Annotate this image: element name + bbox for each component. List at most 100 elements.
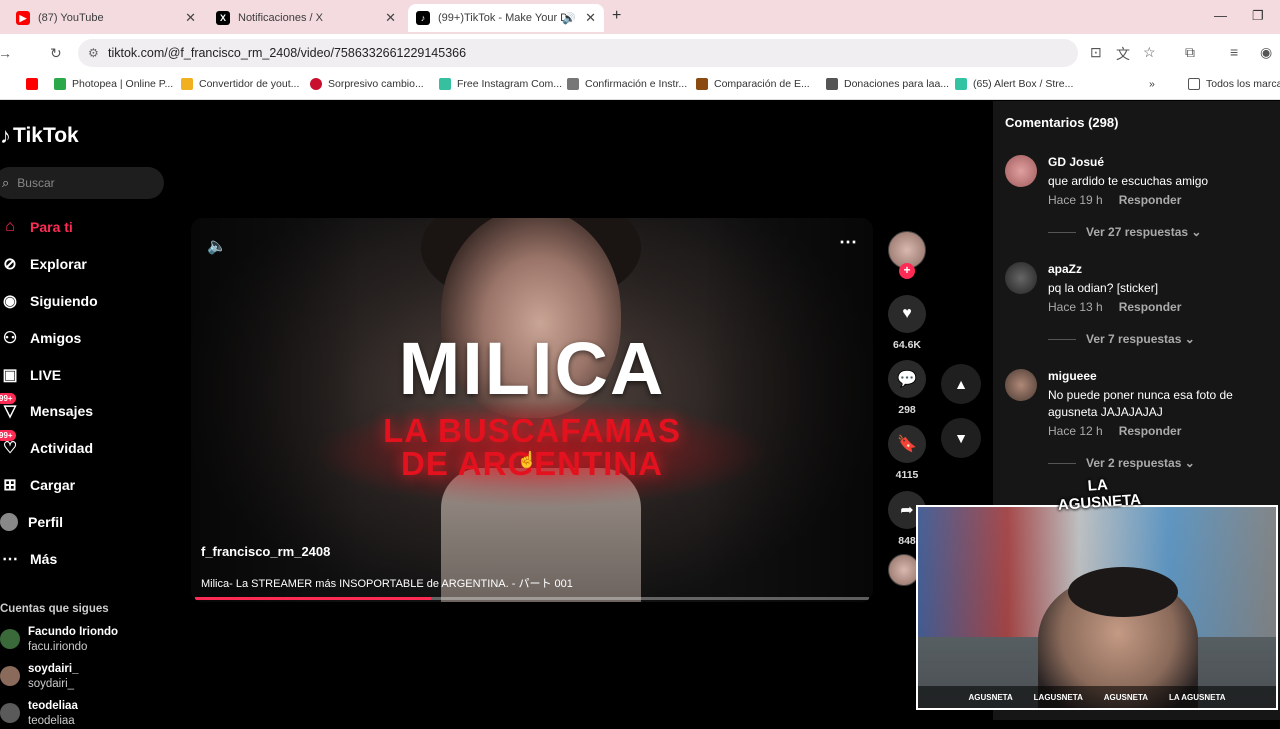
- more-bookmarks-icon[interactable]: »: [1149, 78, 1155, 90]
- bookmark-label: (65) Alert Box / Stre...: [973, 78, 1074, 90]
- comment-meta: Hace 13 h Responder: [1048, 300, 1181, 314]
- profile-icon[interactable]: ◉: [1260, 44, 1272, 61]
- bookmark-item[interactable]: (65) Alert Box / Stre...: [955, 78, 1073, 90]
- video-progress-bar[interactable]: [195, 597, 869, 600]
- search-input[interactable]: [17, 176, 148, 190]
- reply-button[interactable]: Responder: [1119, 300, 1182, 314]
- activity-icon: ♡ 99+: [0, 430, 20, 458]
- previous-video-button[interactable]: ▲: [941, 364, 981, 404]
- reply-button[interactable]: Responder: [1119, 424, 1182, 438]
- nav-mensajes[interactable]: ▽ 99+ Mensajes: [0, 393, 94, 423]
- media-icon[interactable]: ≡: [1230, 44, 1238, 60]
- more-icon: ⋯: [2, 551, 18, 568]
- nav-siguiendo[interactable]: ◉ Siguiendo: [0, 289, 98, 313]
- folder-icon: [1188, 78, 1200, 90]
- reply-button[interactable]: Responder: [1119, 193, 1182, 207]
- avatar[interactable]: [1005, 369, 1037, 401]
- nav-cargar[interactable]: ⊞ Cargar: [0, 473, 75, 497]
- translate-icon[interactable]: 文: [1116, 44, 1130, 64]
- following-account[interactable]: Facundo Iriondo facu.iriondo: [0, 625, 118, 655]
- url-text: tiktok.com/@f_francisco_rm_2408/video/75…: [108, 46, 467, 60]
- reload-icon[interactable]: ↻: [50, 45, 62, 62]
- address-bar-row: → ↻ ⚙ tiktok.com/@f_francisco_rm_2408/vi…: [0, 34, 1280, 72]
- comment-button[interactable]: 💬: [888, 360, 926, 398]
- search-box[interactable]: ⌕: [0, 167, 164, 199]
- nav-amigos[interactable]: ⚇ Amigos: [0, 326, 82, 350]
- search-icon: ⌕: [2, 175, 10, 190]
- avatar[interactable]: [1005, 155, 1037, 187]
- comment-user[interactable]: apaZz: [1048, 262, 1082, 276]
- comment-user[interactable]: migueee: [1048, 369, 1097, 383]
- view-replies[interactable]: Ver 7 respuestas ⌄: [1048, 332, 1195, 346]
- nav-para-ti[interactable]: ⌂ Para ti: [0, 215, 73, 239]
- share-icon: ➦: [900, 502, 914, 519]
- nav-explorar[interactable]: ⊘ Explorar: [0, 252, 87, 276]
- like-button[interactable]: ♥: [888, 295, 926, 333]
- extensions-icon[interactable]: ⧉: [1185, 44, 1195, 61]
- heart-icon: ♥: [902, 305, 912, 322]
- bookmark-item[interactable]: Free Instagram Com...: [439, 78, 562, 90]
- chevron-up-icon: ▲: [954, 376, 968, 392]
- bookmark-item[interactable]: Confirmación e Instr...: [567, 78, 687, 90]
- account-name: teodeliaa: [28, 700, 78, 712]
- video-player[interactable]: MILICA LA BUSCAFAMAS DE ARGENTINA 🔈 ⋯ f_…: [191, 218, 873, 602]
- close-icon[interactable]: ✕: [185, 10, 196, 26]
- tiktok-logo[interactable]: ♪ TikTok: [0, 123, 79, 149]
- profile-icon: [0, 513, 18, 531]
- webcam-person-hair: [1068, 567, 1178, 617]
- nav-label: Para ti: [30, 219, 73, 235]
- bookmark-icon: [181, 78, 193, 90]
- video-title-main: MILICA: [398, 327, 666, 410]
- avatar[interactable]: [1005, 262, 1037, 294]
- view-replies[interactable]: Ver 27 respuestas ⌄: [1048, 225, 1201, 239]
- next-video-button[interactable]: ▼: [941, 418, 981, 458]
- save-button[interactable]: 🔖: [888, 425, 926, 463]
- site-settings-icon[interactable]: ⚙: [88, 46, 99, 60]
- kick-handle: AGUSNETA: [1103, 692, 1149, 702]
- view-replies[interactable]: Ver 2 respuestas ⌄: [1048, 456, 1195, 470]
- volume-icon[interactable]: 🔈: [207, 236, 227, 256]
- new-tab-button[interactable]: +: [612, 7, 621, 25]
- nav-actividad[interactable]: ♡ 99+ Actividad: [0, 430, 93, 460]
- comment-icon: 💬: [897, 371, 917, 388]
- following-icon: ◉: [3, 293, 17, 310]
- bookmark-icon: [696, 78, 708, 90]
- install-icon[interactable]: ⊡: [1090, 44, 1102, 61]
- cursor-icon: ☝: [517, 452, 537, 469]
- bookmarks-folder[interactable]: Todos los marca: [1188, 78, 1280, 90]
- bookmark-label: Sorpresivo cambio...: [328, 78, 424, 90]
- tab-youtube[interactable]: ▶ (87) YouTube ✕: [8, 4, 204, 32]
- follow-plus-icon[interactable]: +: [899, 263, 915, 279]
- bookmark-icon: [826, 78, 838, 90]
- bookmark-item[interactable]: Photopea | Online P...: [54, 78, 173, 90]
- nav-perfil[interactable]: Perfil: [0, 510, 63, 534]
- bookmark-item[interactable]: Sorpresivo cambio...: [310, 78, 424, 90]
- nav-mas[interactable]: ⋯ Más: [0, 547, 57, 571]
- following-account[interactable]: soydairi_ soydairi_: [0, 662, 79, 692]
- tab-x[interactable]: X Notificaciones / X ✕: [208, 4, 404, 32]
- speaker-icon[interactable]: 🔊: [562, 12, 576, 25]
- following-account[interactable]: teodeliaa teodeliaa: [0, 699, 78, 729]
- bookmark-item[interactable]: Comparación de E...: [696, 78, 810, 90]
- bookmark-item[interactable]: Convertidor de yout...: [181, 78, 299, 90]
- nav-label: Siguiendo: [30, 293, 98, 309]
- url-field[interactable]: ⚙ tiktok.com/@f_francisco_rm_2408/video/…: [78, 39, 1078, 67]
- close-icon[interactable]: ✕: [585, 10, 596, 26]
- minimize-button[interactable]: —: [1214, 8, 1227, 23]
- compass-icon: ⊘: [3, 256, 17, 273]
- nav-live[interactable]: ▣ LIVE: [0, 363, 61, 387]
- video-author[interactable]: f_francisco_rm_2408: [201, 544, 330, 559]
- bookmark-item[interactable]: Donaciones para laa...: [826, 78, 949, 90]
- bookmark-youtube[interactable]: [26, 78, 44, 90]
- bookmarks-bar: Photopea | Online P... Convertidor de yo…: [0, 72, 1280, 100]
- comment-user[interactable]: GD Josué: [1048, 155, 1104, 169]
- more-options-icon[interactable]: ⋯: [839, 232, 857, 253]
- maximize-button[interactable]: ❐: [1252, 8, 1264, 24]
- nav-label: Mensajes: [30, 403, 94, 419]
- bookmark-label: Photopea | Online P...: [72, 78, 174, 90]
- forward-icon[interactable]: →: [0, 45, 12, 61]
- star-icon[interactable]: ☆: [1143, 44, 1156, 61]
- bookmark-label: Free Instagram Com...: [457, 78, 563, 90]
- tab-tiktok[interactable]: ♪ (99+)TikTok - Make Your Da 🔊 ✕: [408, 4, 604, 32]
- close-icon[interactable]: ✕: [385, 10, 396, 26]
